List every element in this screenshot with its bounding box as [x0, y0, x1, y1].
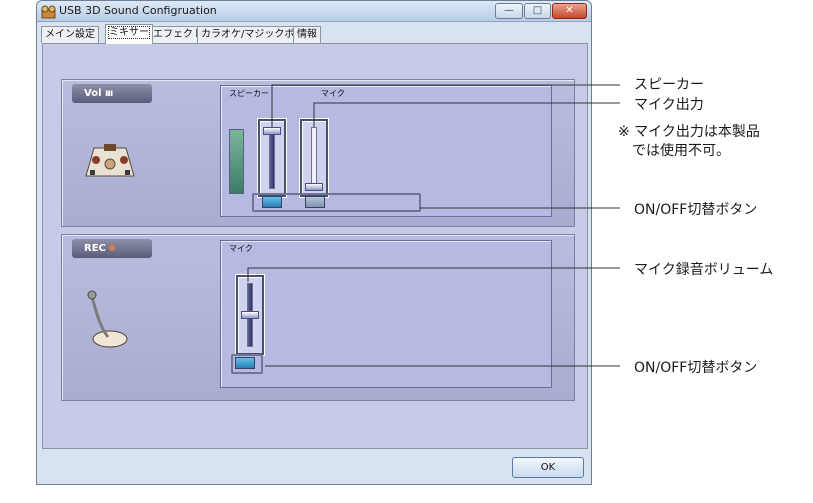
- tab-mixer[interactable]: ミキサー: [105, 24, 153, 44]
- callout-note: ※ マイク出力は本製品 では使用不可。: [618, 124, 760, 159]
- callout-mic-rec-volume: マイク録音ボリューム: [634, 262, 774, 278]
- callout-onoff-playback: ON/OFF切替ボタン: [634, 202, 758, 218]
- callout-onoff-recording: ON/OFF切替ボタン: [634, 360, 758, 376]
- leader-speaker: [271, 84, 620, 127]
- leader-mic-output: [313, 102, 620, 127]
- leader-mic-rec-volume: [247, 267, 620, 282]
- callout-speaker: スピーカー: [634, 77, 704, 93]
- callout-mic-output: マイク出力: [634, 97, 704, 113]
